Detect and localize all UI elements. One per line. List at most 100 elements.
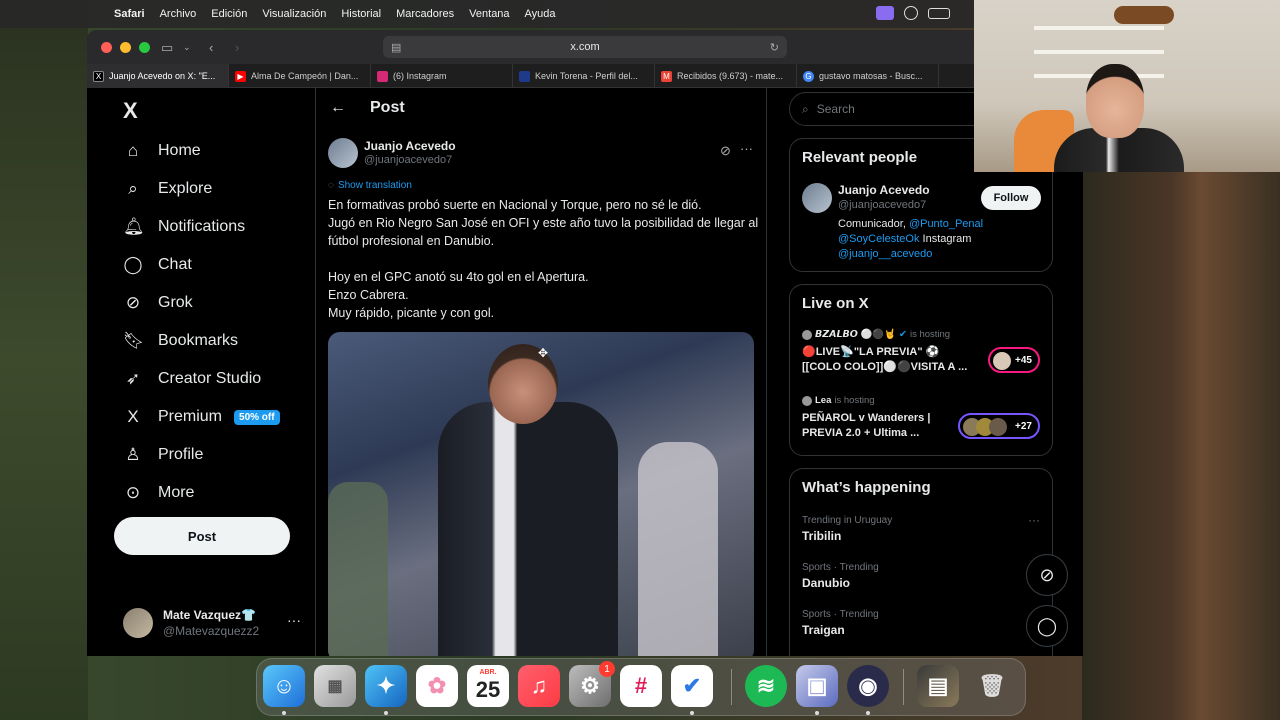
rocket-icon: ➶ [125, 369, 141, 388]
close-window-button[interactable] [101, 42, 112, 53]
spotify-icon[interactable]: ≋ [745, 665, 787, 707]
play-icon[interactable] [904, 6, 918, 20]
nav-chat[interactable]: ◯ Chat [123, 250, 192, 280]
x-icon: X [93, 70, 104, 82]
bio-link[interactable]: @SoyCelesteOk [838, 233, 919, 245]
nav-creator-studio[interactable]: ➶ Creator Studio [123, 364, 261, 394]
downloads-stack-icon[interactable]: ▤ [917, 665, 959, 707]
avatar[interactable] [802, 183, 832, 213]
tab-youtube[interactable]: ▶ Alma De Campeón | Dan... [229, 64, 371, 88]
nav-profile[interactable]: ♙ Profile [123, 440, 203, 470]
desktop-wallpaper-left [0, 0, 88, 720]
address-bar[interactable]: ▤ x.com ↻ [383, 36, 787, 58]
menu-historial[interactable]: Historial [341, 8, 381, 20]
reload-icon[interactable]: ↻ [770, 41, 779, 54]
nav-premium[interactable]: X Premium 50% off [123, 402, 280, 432]
menu-marcadores[interactable]: Marcadores [396, 8, 454, 20]
live-item[interactable]: Lea is hosting PEÑAROL v Wanderers | PRE… [802, 395, 1046, 441]
music-icon[interactable]: ♫ [518, 665, 560, 707]
window-controls [101, 42, 150, 53]
account-switcher[interactable]: Mate Vazquez👕 @Matevazquezz2 ··· [123, 606, 303, 642]
back-nav-icon[interactable]: ‹ [209, 40, 213, 55]
zoom-window-button[interactable] [139, 42, 150, 53]
menu-ventana[interactable]: Ventana [469, 8, 509, 20]
screen-record-icon[interactable] [876, 6, 894, 20]
more-dots-icon[interactable]: ··· [1028, 513, 1040, 527]
avatar[interactable] [328, 138, 358, 168]
more-dots-icon[interactable]: ··· [740, 141, 753, 156]
battery-icon[interactable] [928, 7, 950, 19]
tab-x[interactable]: X Juanjo Acevedo on X: "E... [87, 64, 229, 88]
tab-gmail[interactable]: M Recibidos (9.673) - mate... [655, 64, 797, 88]
mouse-cursor-icon: ✥ [538, 346, 549, 360]
live-host: Lea is hosting [802, 395, 1046, 406]
page-menu-icon[interactable]: ▤ [391, 41, 401, 54]
chevron-down-icon[interactable]: ⌄ [183, 42, 191, 53]
bio-link[interactable]: @Punto_Penal [909, 218, 983, 230]
trash-icon[interactable]: 🗑︎ [971, 665, 1013, 707]
trend-item[interactable]: Sports · Trending Danubio [802, 562, 1046, 590]
grok-float-button[interactable]: ⊘ [1026, 554, 1068, 596]
bio-link[interactable]: @juanjo__acevedo [838, 248, 932, 260]
forward-nav-icon[interactable]: › [235, 40, 239, 55]
live-title: 🔴LIVE📡"LA PREVIA" ⚽ [[COLO COLO]]⚪⚫VISIT… [802, 346, 968, 373]
more-dots-icon[interactable]: ··· [287, 612, 301, 628]
slack-icon[interactable]: # [620, 665, 662, 707]
tab-label: gustavo matosas - Busc... [819, 71, 923, 81]
nav-label: Chat [158, 256, 192, 273]
author-name[interactable]: Juanjo Acevedo [364, 139, 456, 153]
menu-safari[interactable]: Safari [114, 8, 145, 20]
calendar-icon[interactable]: ABR. 25 [467, 665, 509, 707]
menu-ayuda[interactable]: Ayuda [525, 8, 556, 20]
listener-pill: +45 [988, 347, 1040, 373]
bookmark-icon: 🔖︎ [123, 331, 145, 350]
show-translation-link[interactable]: ◌ Show translation [328, 180, 412, 191]
nav-bookmarks[interactable]: 🔖︎ Bookmarks [123, 326, 238, 356]
listener-count: +45 [1015, 354, 1032, 366]
home-icon: ⌂ [127, 141, 139, 160]
trend-item[interactable]: Sports · Trending Traigan [802, 609, 1046, 637]
follow-button[interactable]: Follow [981, 186, 1041, 210]
launchpad-icon[interactable]: ▦ [314, 665, 356, 707]
menu-visualizacion[interactable]: Visualización [262, 8, 326, 20]
grok-icon[interactable]: ⊘ [720, 143, 731, 159]
left-navigation: X ⌂ Home ⌕ Explore 🔔︎ Notifications ◯ Ch… [87, 88, 316, 656]
verified-icon: ✔ [898, 329, 907, 340]
tab-instagram[interactable]: (6) Instagram [371, 64, 513, 88]
tasks-app-icon[interactable]: ✔ [671, 665, 713, 707]
nav-label: Creator Studio [158, 370, 262, 387]
post-image[interactable]: ✥ [328, 332, 754, 656]
back-arrow-icon[interactable]: ← [330, 99, 350, 117]
chat-float-button[interactable]: ◯ [1026, 605, 1068, 647]
account-handle: @Matevazquezz2 [163, 624, 260, 638]
menu-archivo[interactable]: Archivo [160, 8, 197, 20]
safari-icon[interactable]: ✦ [365, 665, 407, 707]
photos-icon[interactable]: ✿ [416, 665, 458, 707]
obs-icon[interactable]: ◉ [847, 665, 889, 707]
nav-grok[interactable]: ⊘ Grok [123, 288, 193, 318]
guitar-shape [1114, 6, 1174, 24]
nav-more[interactable]: ⊙ More [123, 478, 195, 508]
menu-edicion[interactable]: Edición [211, 8, 247, 20]
person-handle[interactable]: @juanjoacevedo7 [838, 199, 926, 211]
trend-item[interactable]: Trending in Uruguay Tribilin ··· [802, 513, 1046, 543]
shelf [1034, 26, 1164, 30]
minimize-window-button[interactable] [120, 42, 131, 53]
nav-home[interactable]: ⌂ Home [123, 136, 201, 166]
finder-icon[interactable]: ☺ [263, 665, 305, 707]
preview-icon[interactable]: ▣ [796, 665, 838, 707]
nav-notifications[interactable]: 🔔︎ Notifications [123, 212, 245, 242]
nav-explore[interactable]: ⌕ Explore [123, 174, 212, 204]
author-handle[interactable]: @juanjoacevedo7 [364, 154, 452, 166]
person-name[interactable]: Juanjo Acevedo [838, 183, 930, 197]
site-icon [519, 70, 530, 82]
x-logo-icon[interactable]: X [123, 98, 138, 124]
post-button[interactable]: Post [114, 517, 290, 555]
sidebar-toggle-icon[interactable]: ▭ [161, 40, 173, 56]
nav-label: More [158, 484, 195, 501]
more-circle-icon: ⊙ [125, 483, 141, 502]
tab-profile-site[interactable]: Kevin Torena - Perfil del... [513, 64, 655, 88]
tab-label: Alma De Campeón | Dan... [251, 71, 359, 81]
live-item[interactable]: 𝘽𝙕𝘼𝙇𝘽𝙊 ⚪⚫🤘 ✔ is hosting 🔴LIVE📡"LA PREVIA… [802, 329, 1046, 375]
tab-google[interactable]: G gustavo matosas - Busc... [797, 64, 939, 88]
